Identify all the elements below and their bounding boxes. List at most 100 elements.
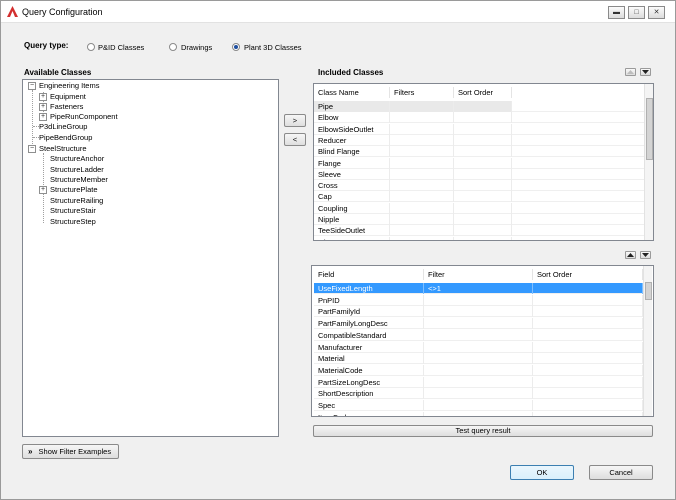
sort-order-cell[interactable] [533,353,643,365]
field-row[interactable]: ShortDescription [314,388,643,400]
expand-equipment-icon[interactable]: + [39,93,47,101]
tree-item-pipebendgroup[interactable]: PipeBendGroup [39,133,92,143]
column-header-sort-order[interactable]: Sort Order [454,87,512,98]
class-name-cell[interactable]: Sleeve [314,168,390,180]
column-header-filters[interactable]: Filters [390,87,454,98]
column-header-filter[interactable]: Filter [424,269,533,280]
class-name-cell[interactable]: TeeSideOutlet [314,225,390,237]
field-row[interactable]: Material [314,353,643,365]
included-class-row[interactable]: Cross [314,180,644,192]
fields-grid[interactable]: Field Filter Sort Order UseFixedLength <>… [311,265,654,417]
class-name-cell[interactable]: Coupling [314,202,390,214]
field-cell[interactable]: CompatibleStandard [314,329,424,341]
tree-item-fasteners[interactable]: Fasteners [50,102,83,112]
field-cell[interactable]: ItemCode [314,411,424,416]
included-class-row[interactable]: Olet [314,236,644,240]
field-cell[interactable]: PartFamilyId [314,306,424,318]
included-class-row[interactable]: ElbowSideOutlet [314,123,644,135]
filters-cell[interactable] [390,191,454,203]
filter-cell[interactable] [424,318,533,330]
sort-order-cell[interactable] [533,294,643,306]
field-cell[interactable]: Material [314,353,424,365]
field-row[interactable]: CompatibleStandard [314,329,643,341]
included-class-row[interactable]: Cap [314,191,644,203]
filter-cell[interactable] [424,364,533,376]
sort-order-cell[interactable] [533,388,643,400]
sort-order-cell[interactable] [454,101,512,112]
field-row[interactable]: Spec [314,400,643,411]
radio-plant3d-classes-label[interactable]: Plant 3D Classes [244,43,302,52]
class-name-cell[interactable]: Olet [314,236,390,240]
sort-order-cell[interactable] [454,214,512,225]
filters-cell[interactable] [390,225,454,237]
included-class-row[interactable]: TeeSideOutlet [314,225,644,237]
field-cell[interactable]: ShortDescription [314,388,424,400]
fields-scrollbar[interactable] [643,266,652,416]
filter-cell[interactable] [424,376,533,388]
filter-cell[interactable] [424,341,533,353]
field-row[interactable]: PartFamilyId [314,306,643,318]
minimize-button[interactable]: ▬ [608,6,625,19]
sort-order-cell[interactable] [533,329,643,341]
tree-item-structureanchor[interactable]: StructureAnchor [50,154,104,164]
move-down-included-button[interactable] [640,68,651,76]
filter-cell[interactable] [424,306,533,318]
class-name-cell[interactable]: Nipple [314,214,390,225]
filter-cell[interactable] [424,400,533,411]
class-name-cell[interactable]: Reducer [314,134,390,146]
filter-cell[interactable] [424,388,533,400]
tree-item-piperuncomponent[interactable]: PipeRunComponent [50,112,118,122]
field-row[interactable]: ItemCode [314,411,643,416]
tree-item-structuremember[interactable]: StructureMember [50,175,108,185]
move-up-included-button[interactable] [625,68,636,76]
cancel-button[interactable]: Cancel [589,465,653,480]
filters-cell[interactable] [390,214,454,225]
sort-order-cell[interactable] [454,225,512,237]
move-down-field-button[interactable] [640,251,651,259]
radio-drawings[interactable] [169,43,177,51]
field-cell[interactable]: Manufacturer [314,341,424,353]
sort-order-cell[interactable] [533,283,643,294]
radio-plant3d-classes[interactable] [232,43,240,51]
add-class-button[interactable]: > [284,114,306,127]
tree-item-equipment[interactable]: Equipment [50,92,86,102]
ok-button[interactable]: OK [510,465,574,480]
included-class-row[interactable]: Blind Flange [314,146,644,158]
field-cell[interactable]: UseFixedLength [314,283,424,294]
included-class-row[interactable]: Coupling [314,202,644,214]
sort-order-cell[interactable] [454,202,512,214]
tree-item-engineering-items[interactable]: Engineering Items [39,81,99,91]
sort-order-cell[interactable] [533,306,643,318]
filter-cell[interactable] [424,411,533,416]
field-cell[interactable]: Spec [314,400,424,411]
sort-order-cell[interactable] [454,134,512,146]
field-cell[interactable]: PartFamilyLongDesc [314,318,424,330]
sort-order-cell[interactable] [533,411,643,416]
included-scrollbar-thumb[interactable] [646,98,653,160]
column-header-field[interactable]: Field [314,269,424,280]
included-class-row[interactable]: Sleeve [314,168,644,180]
sort-order-cell[interactable] [454,157,512,169]
tree-item-p3dlinegroup[interactable]: P3dLineGroup [39,122,87,132]
expand-structureplate-icon[interactable]: + [39,186,47,194]
radio-pid-classes[interactable] [87,43,95,51]
field-cell[interactable]: PartSizeLongDesc [314,376,424,388]
filters-cell[interactable] [390,202,454,214]
field-row[interactable]: PartFamilyLongDesc [314,318,643,330]
class-name-cell[interactable]: Elbow [314,112,390,124]
filters-cell[interactable] [390,236,454,240]
sort-order-cell[interactable] [454,191,512,203]
field-row[interactable]: MaterialCode [314,364,643,376]
filters-cell[interactable] [390,157,454,169]
close-button[interactable]: ✕ [648,6,665,19]
tree-item-steelstructure[interactable]: SteelStructure [39,144,87,154]
class-name-cell[interactable]: Cross [314,180,390,192]
expand-fasteners-icon[interactable]: + [39,103,47,111]
available-classes-tree[interactable]: − Engineering Items + Equipment + Fasten… [22,79,279,437]
maximize-button[interactable]: □ [628,6,645,19]
filter-cell[interactable] [424,329,533,341]
sort-order-cell[interactable] [454,123,512,135]
filters-cell[interactable] [390,168,454,180]
tree-item-structurestair[interactable]: StructureStair [50,206,96,216]
collapse-steelstructure-icon[interactable]: − [28,145,36,153]
